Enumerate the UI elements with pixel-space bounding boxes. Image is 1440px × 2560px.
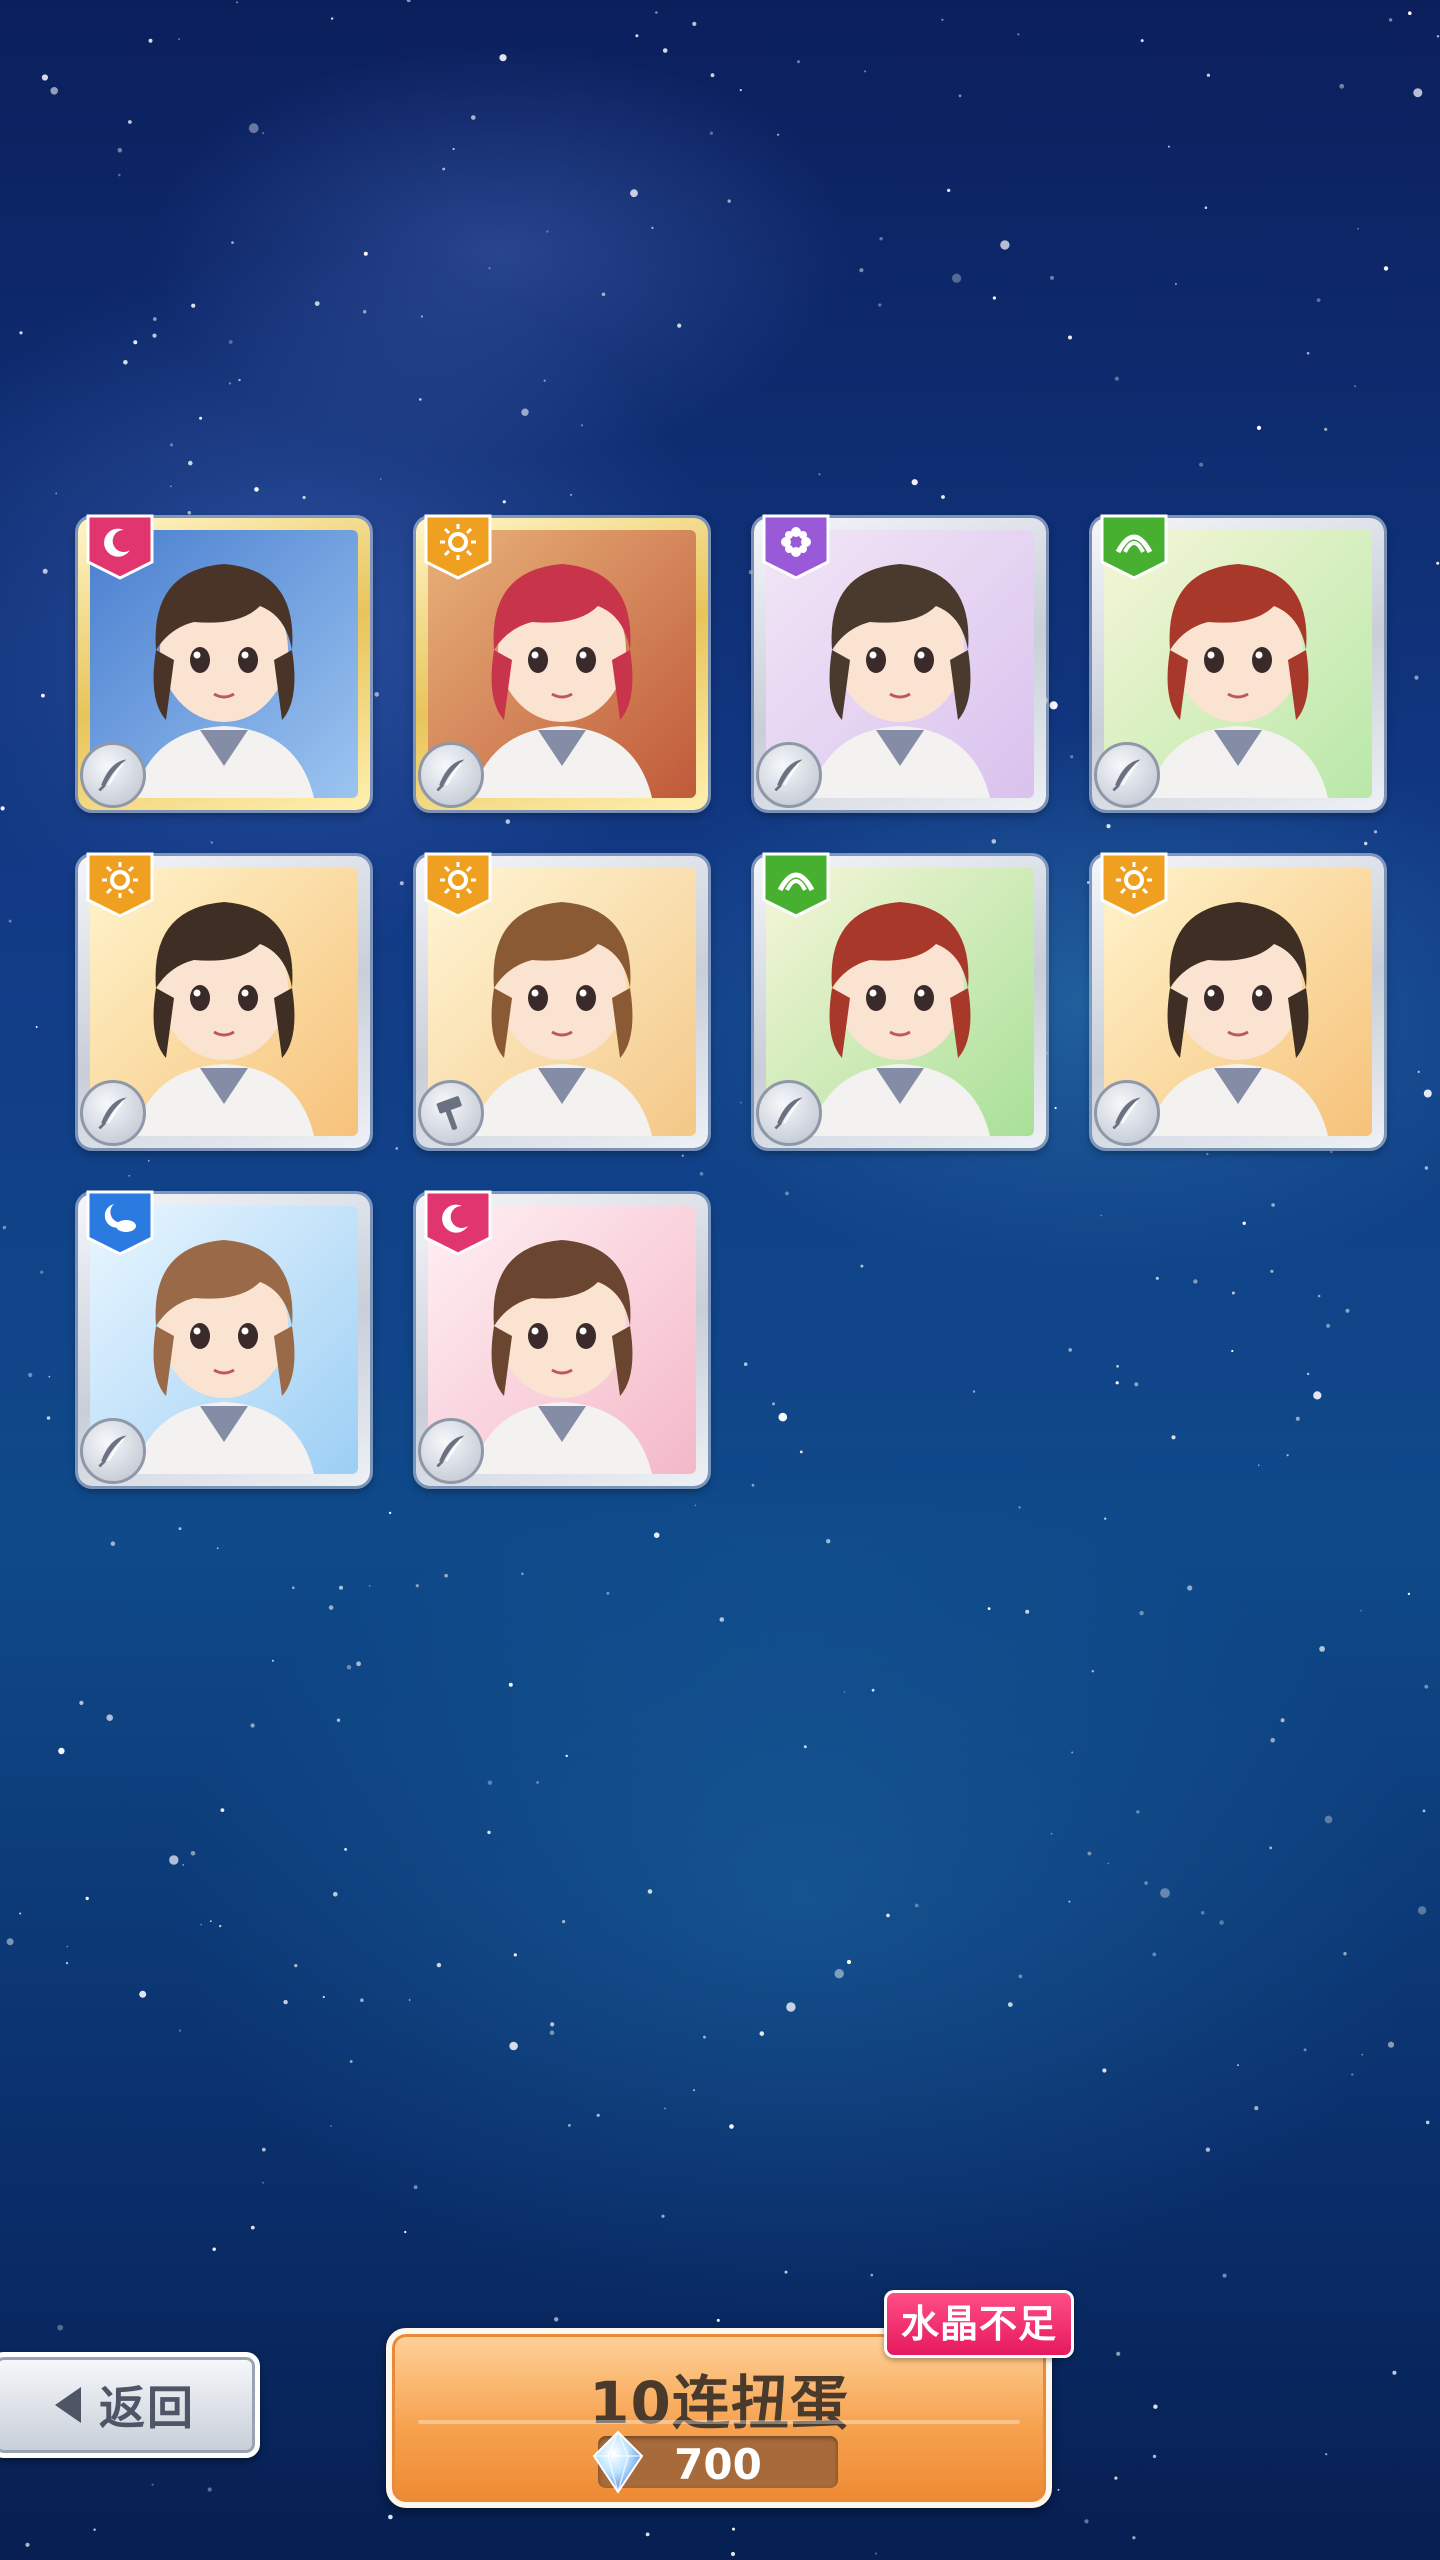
sun-type-badge (1098, 850, 1170, 920)
sun-type-badge (84, 850, 156, 920)
role-badge (1094, 1080, 1160, 1146)
cloud-moon-type-badge (84, 1188, 156, 1258)
feather-icon (774, 759, 803, 792)
character-card[interactable] (754, 852, 1046, 1148)
role-badge (1094, 742, 1160, 808)
leaf-type-badge (760, 850, 832, 920)
gacha-button-title: 10连扭蛋 (589, 2369, 849, 2437)
character-card[interactable] (1092, 852, 1384, 1148)
leaf-type-badge (1098, 512, 1170, 582)
role-badge (418, 742, 484, 808)
role-badge (756, 1080, 822, 1146)
moon-type-badge (422, 1188, 494, 1258)
hammer-icon (436, 1096, 462, 1130)
role-badge (418, 1418, 484, 1484)
back-button-label: 返回 (99, 2381, 195, 2435)
character-card[interactable] (416, 1190, 708, 1486)
character-card[interactable] (416, 514, 708, 810)
character-card[interactable] (78, 514, 370, 810)
feather-icon (98, 1435, 127, 1468)
role-badge (80, 1080, 146, 1146)
character-card[interactable] (754, 514, 1046, 810)
role-badge (80, 742, 146, 808)
feather-icon (98, 759, 127, 792)
gacha-button-divider (418, 2420, 1020, 2424)
character-card[interactable] (78, 1190, 370, 1486)
feather-icon (1112, 1097, 1141, 1130)
flower-type-badge (760, 512, 832, 582)
moon-type-badge (84, 512, 156, 582)
back-arrow-icon (55, 2387, 81, 2423)
role-badge (418, 1080, 484, 1146)
feather-icon (774, 1097, 803, 1130)
insufficient-crystal-badge: 水晶不足 (884, 2290, 1075, 2358)
sun-type-badge (422, 512, 494, 582)
character-card[interactable] (1092, 514, 1384, 810)
role-badge (756, 742, 822, 808)
character-card[interactable] (78, 852, 370, 1148)
back-button[interactable]: 返回 (0, 2352, 260, 2458)
role-badge (80, 1418, 146, 1484)
feather-icon (436, 1435, 465, 1468)
crystal-icon (588, 2430, 648, 2494)
feather-icon (98, 1097, 127, 1130)
feather-icon (1112, 759, 1141, 792)
sun-type-badge (422, 850, 494, 920)
character-card[interactable] (416, 852, 708, 1148)
feather-icon (436, 759, 465, 792)
